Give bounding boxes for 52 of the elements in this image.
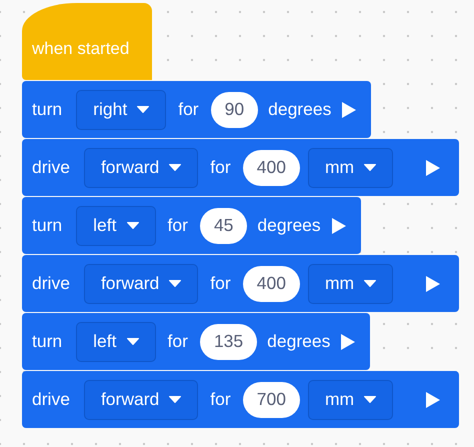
direction-dropdown[interactable]: forward xyxy=(84,148,198,188)
unit-dropdown[interactable]: mm xyxy=(308,380,394,420)
block-label: for xyxy=(168,214,188,238)
block-label: turn xyxy=(32,214,62,238)
drive-block[interactable]: drive forward for 400 mm xyxy=(22,139,460,196)
block-label: drive xyxy=(32,272,70,296)
block-label: degrees xyxy=(257,214,321,238)
turn-block[interactable]: turn left for 135 degrees xyxy=(22,313,370,370)
block-label: for xyxy=(210,272,231,296)
run-icon[interactable] xyxy=(425,390,442,408)
unit-dropdown[interactable]: mm xyxy=(308,148,394,188)
turn-block[interactable]: turn right for 90 degrees xyxy=(22,81,372,138)
value-input[interactable]: 45 xyxy=(200,208,248,244)
value-input[interactable]: 700 xyxy=(242,382,300,418)
caret-icon xyxy=(126,222,139,229)
direction-dropdown[interactable]: left xyxy=(76,322,156,362)
block-label: turn xyxy=(32,98,62,122)
drive-block[interactable]: drive forward for 400 mm xyxy=(22,255,460,312)
caret-icon xyxy=(169,164,182,171)
run-icon[interactable] xyxy=(425,158,442,176)
block-label: degrees xyxy=(268,98,332,122)
value-input[interactable]: 135 xyxy=(200,324,258,360)
caret-icon xyxy=(137,106,150,113)
value-input[interactable]: 400 xyxy=(242,150,300,186)
caret-icon xyxy=(364,164,376,171)
block-label: degrees xyxy=(267,330,330,354)
caret-icon xyxy=(364,280,376,287)
caret-icon xyxy=(169,396,182,403)
caret-icon xyxy=(364,396,376,403)
block-label: turn xyxy=(32,330,62,354)
block-label: when started xyxy=(32,38,130,60)
block-label: for xyxy=(178,98,199,122)
direction-dropdown[interactable]: forward xyxy=(84,380,198,420)
unit-dropdown[interactable]: mm xyxy=(308,264,394,304)
block-label: for xyxy=(210,156,231,180)
drive-block[interactable]: drive forward for 700 mm xyxy=(22,371,460,428)
run-icon[interactable] xyxy=(425,274,442,292)
caret-icon xyxy=(169,280,182,287)
caret-icon xyxy=(126,338,139,345)
block-label: for xyxy=(168,330,188,354)
run-icon[interactable] xyxy=(341,100,358,118)
direction-dropdown[interactable]: forward xyxy=(84,264,198,304)
direction-dropdown[interactable]: left xyxy=(76,206,156,246)
direction-dropdown[interactable]: right xyxy=(76,90,166,130)
value-input[interactable]: 90 xyxy=(210,92,258,128)
block-label: drive xyxy=(32,388,70,412)
turn-block[interactable]: turn left for 45 degrees xyxy=(22,197,361,254)
block-label: drive xyxy=(32,156,70,180)
value-input[interactable]: 400 xyxy=(242,266,300,302)
run-icon[interactable] xyxy=(340,332,356,350)
block-label: for xyxy=(210,388,231,412)
run-icon[interactable] xyxy=(330,216,347,234)
